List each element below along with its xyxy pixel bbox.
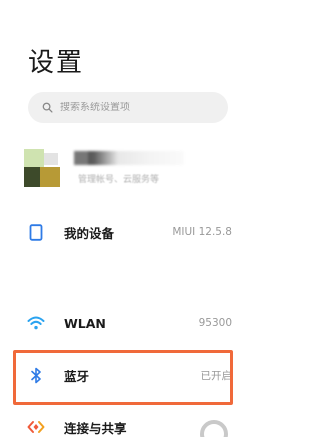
row-label: 蓝牙: [64, 368, 90, 384]
account-name-redacted: [74, 151, 184, 165]
search-input[interactable]: [60, 102, 210, 113]
row-value: 已开启: [200, 369, 233, 382]
device-icon: [27, 223, 45, 241]
row-value: MIUI 12.5.8: [172, 226, 232, 238]
account-row[interactable]: 管理帐号、云服务等: [22, 143, 232, 195]
search-icon: [40, 101, 54, 115]
account-subtitle: 管理帐号、云服务等: [78, 175, 160, 185]
row-wlan[interactable]: WLAN 95300: [0, 302, 248, 344]
connection-share-icon: [27, 418, 45, 436]
page-title: 设置: [28, 48, 85, 78]
row-label: 连接与共享: [64, 420, 127, 436]
settings-screen: 设置 管理帐号、云服务等 我的设备 MIUI 12.5.8: [0, 0, 248, 437]
row-my-device[interactable]: 我的设备 MIUI 12.5.8: [0, 211, 248, 253]
row-bluetooth[interactable]: 蓝牙 已开启: [0, 354, 248, 396]
wifi-icon: [27, 314, 45, 332]
row-value: 95300: [198, 317, 232, 329]
avatar: [22, 149, 62, 189]
row-label: 我的设备: [64, 225, 115, 241]
bluetooth-icon: [27, 366, 45, 384]
search-bar[interactable]: [28, 92, 228, 123]
row-label: WLAN: [64, 315, 106, 331]
